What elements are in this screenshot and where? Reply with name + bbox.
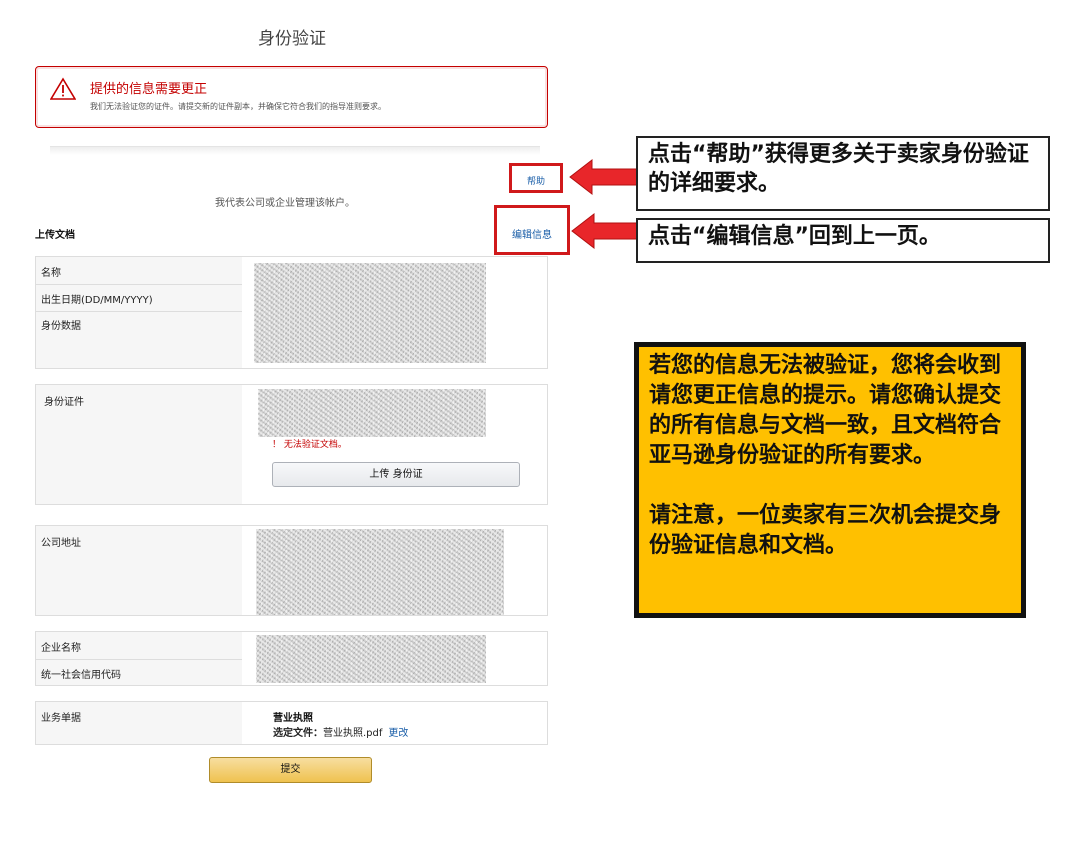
edit-info-highlight-box: 编辑信息 [494, 205, 570, 255]
alert-description: 我们无法验证您的证件。请提交新的证件副本，并确保它符合我们的指导准则要求。 [90, 102, 386, 111]
note-paragraph-1: 若您的信息无法被验证，您将会收到请您更正信息的提示。请您确认提交的所有信息与文档… [649, 353, 1002, 468]
help-callout: 点击“帮助”获得更多关于卖家身份验证的详细要求。 [636, 136, 1050, 211]
note-gap [649, 471, 1011, 501]
representative-text: 我代表公司或企业管理该帐户。 [215, 198, 355, 209]
redacted-identity-info [254, 263, 486, 363]
warning-icon [50, 77, 76, 100]
identity-info-panel: 名称 出生日期(DD/MM/YYYY) 身份数据 [35, 256, 548, 369]
selected-file: 选定文件：营业执照.pdf 更改 [273, 724, 408, 739]
business-documents-label: 业务单据 [41, 713, 81, 724]
row-divider [36, 284, 242, 285]
help-link[interactable]: 帮助 [512, 174, 560, 187]
row-divider [36, 311, 242, 312]
submit-button[interactable]: 提交 [209, 757, 372, 783]
upload-documents-heading: 上传文档 [35, 230, 75, 241]
verification-note: 若您的信息无法被验证，您将会收到请您更正信息的提示。请您确认提交的所有信息与文档… [634, 342, 1026, 618]
note-paragraph-2: 请注意，一位卖家有三次机会提交身份验证信息和文档。 [649, 503, 1002, 558]
selected-file-name: 营业执照.pdf [323, 728, 383, 739]
name-label: 名称 [41, 268, 61, 279]
section-divider [50, 146, 540, 155]
document-error-message: ！ 无法验证文档。 [272, 440, 347, 450]
redacted-company-address [256, 529, 504, 615]
change-file-link[interactable]: 更改 [388, 728, 408, 739]
error-alert: 提供的信息需要更正 我们无法验证您的证件。请提交新的证件副本，并确保它符合我们的… [35, 66, 548, 128]
row-divider [36, 659, 242, 660]
arrow-to-edit-icon [571, 212, 639, 250]
redacted-company-info [256, 635, 486, 683]
page-title: 身份验证 [258, 29, 326, 49]
arrow-to-help-icon [569, 158, 639, 196]
identity-data-label: 身份数据 [41, 321, 81, 332]
help-highlight-box: 帮助 [509, 163, 563, 193]
redacted-id-image [258, 389, 486, 437]
company-info-panel: 企业名称 统一社会信用代码 [35, 631, 548, 686]
upload-id-button[interactable]: 上传 身份证 [272, 462, 520, 487]
id-document-label: 身份证件 [44, 397, 84, 408]
credit-code-label: 统一社会信用代码 [41, 670, 121, 681]
selected-file-prefix: 选定文件： [273, 728, 323, 739]
edit-callout: 点击“编辑信息”回到上一页。 [636, 218, 1050, 263]
company-address-panel: 公司地址 [35, 525, 548, 616]
birth-date-label: 出生日期(DD/MM/YYYY) [41, 295, 153, 306]
alert-title: 提供的信息需要更正 [90, 82, 208, 97]
edit-info-link[interactable]: 编辑信息 [497, 226, 567, 241]
business-license-title: 营业执照 [273, 713, 313, 724]
company-address-label: 公司地址 [41, 538, 81, 549]
company-name-label: 企业名称 [41, 643, 81, 654]
